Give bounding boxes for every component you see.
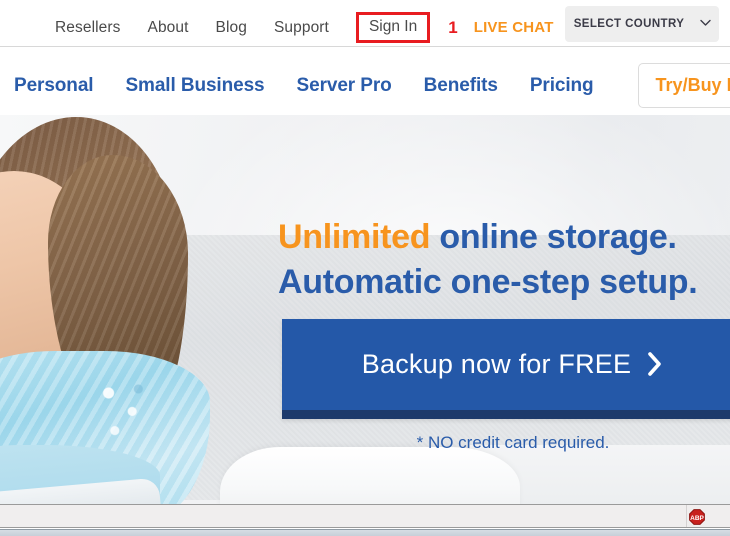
hero-headline-line-1: Unlimited online storage. xyxy=(278,215,730,260)
annotation-step-number: 1 xyxy=(448,17,458,37)
nav-item-benefits[interactable]: Benefits xyxy=(424,73,498,98)
try-buy-now-button[interactable]: Try/Buy Now xyxy=(637,63,730,108)
utility-link-support[interactable]: Support xyxy=(274,18,329,38)
country-select-dropdown[interactable]: SELECT COUNTRY xyxy=(565,6,719,42)
hero-person-photo xyxy=(0,115,290,505)
country-select-label: SELECT COUNTRY xyxy=(573,18,685,30)
chevron-right-icon xyxy=(647,351,664,382)
browser-status-bar: ABP xyxy=(0,505,730,528)
hero-headline-block: Unlimited online storage. Automatic one-… xyxy=(278,215,730,305)
sign-in-link[interactable]: Sign In xyxy=(369,18,417,35)
utility-link-about[interactable]: About xyxy=(148,18,189,38)
adblock-plus-icon[interactable]: ABP xyxy=(689,509,705,525)
no-credit-card-note: * NO credit card required. xyxy=(416,433,610,452)
live-chat-link[interactable]: LIVE CHAT xyxy=(474,18,554,38)
person-scarf-pattern xyxy=(90,373,152,453)
utility-bar: Resellers About Blog Support Sign In 1 L… xyxy=(0,0,730,47)
nav-item-small-business[interactable]: Small Business xyxy=(125,73,264,98)
nav-item-pricing[interactable]: Pricing xyxy=(530,73,594,98)
main-navigation: Personal Small Business Server Pro Benef… xyxy=(0,47,730,115)
os-taskbar xyxy=(0,529,730,536)
main-navigation-items: Personal Small Business Server Pro Benef… xyxy=(14,63,730,108)
utility-links: Resellers About Blog Support Sign In 1 L… xyxy=(55,12,554,43)
svg-text:ABP: ABP xyxy=(690,515,704,522)
backup-now-cta-button[interactable]: Backup now for FREE xyxy=(282,319,730,419)
hero-banner: Unlimited online storage. Automatic one-… xyxy=(0,115,730,505)
hero-headline-accent-word: Unlimited xyxy=(278,218,431,256)
utility-link-blog[interactable]: Blog xyxy=(216,18,247,38)
nav-item-personal[interactable]: Personal xyxy=(14,73,94,98)
page-viewport: Resellers About Blog Support Sign In 1 L… xyxy=(0,0,730,536)
hero-headline-line-2: Automatic one-step setup. xyxy=(278,263,698,301)
utility-link-resellers[interactable]: Resellers xyxy=(55,18,121,38)
chevron-down-icon xyxy=(700,19,711,29)
nav-item-server-pro[interactable]: Server Pro xyxy=(297,73,392,98)
sign-in-highlight-box: Sign In xyxy=(355,12,431,43)
backup-now-cta-label: Backup now for FREE xyxy=(361,349,632,379)
hero-headline-rest: online storage. xyxy=(430,218,677,256)
status-bar-divider xyxy=(686,505,687,527)
